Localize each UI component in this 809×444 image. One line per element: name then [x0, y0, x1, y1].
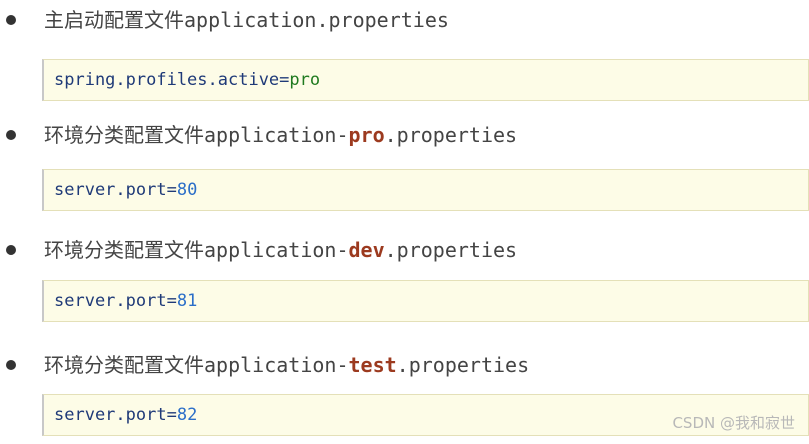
- section-3-heading: 环境分类配置文件application-dev.properties: [0, 233, 809, 267]
- heading-prefix: 环境分类配置文件application-: [44, 123, 349, 147]
- section-2-heading: 环境分类配置文件application-pro.properties: [0, 118, 809, 152]
- heading-suffix: .properties: [384, 123, 518, 147]
- heading-text: 主启动配置文件application.properties: [44, 3, 449, 37]
- section-2-code-block: server.port= 80: [42, 169, 809, 211]
- bullet-icon: [6, 15, 16, 25]
- heading-prefix: 环境分类配置文件application-: [44, 353, 349, 377]
- section-3-code-block: server.port= 81: [42, 280, 809, 322]
- code-value: 80: [176, 180, 198, 200]
- bullet-icon: [6, 245, 16, 255]
- heading-text: 环境分类配置文件application-pro.properties: [44, 118, 517, 152]
- heading-highlight: dev: [348, 238, 385, 262]
- code-value: pro: [289, 70, 321, 90]
- code-key: spring.profiles.active=: [54, 70, 290, 90]
- code-key: server.port=: [54, 180, 177, 200]
- heading-suffix: .properties: [316, 8, 449, 32]
- section-1-heading: 主启动配置文件application.properties: [0, 3, 809, 37]
- heading-prefix: 主启动配置文件application: [44, 8, 317, 32]
- heading-highlight: pro: [348, 123, 385, 147]
- heading-highlight: test: [348, 353, 397, 377]
- section-4-heading: 环境分类配置文件application-test.properties: [0, 348, 809, 382]
- heading-suffix: .properties: [396, 353, 530, 377]
- section-1-code-block: spring.profiles.active= pro: [42, 59, 809, 101]
- bullet-icon: [6, 360, 16, 370]
- heading-text: 环境分类配置文件application-test.properties: [44, 348, 529, 382]
- watermark: CSDN @我和寂世: [672, 414, 795, 432]
- heading-prefix: 环境分类配置文件application-: [44, 238, 349, 262]
- heading-suffix: .properties: [384, 238, 518, 262]
- code-key: server.port=: [54, 291, 177, 311]
- code-value: 81: [176, 291, 198, 311]
- code-key: server.port=: [54, 405, 177, 425]
- code-value: 82: [176, 405, 198, 425]
- bullet-icon: [6, 130, 16, 140]
- heading-text: 环境分类配置文件application-dev.properties: [44, 233, 517, 267]
